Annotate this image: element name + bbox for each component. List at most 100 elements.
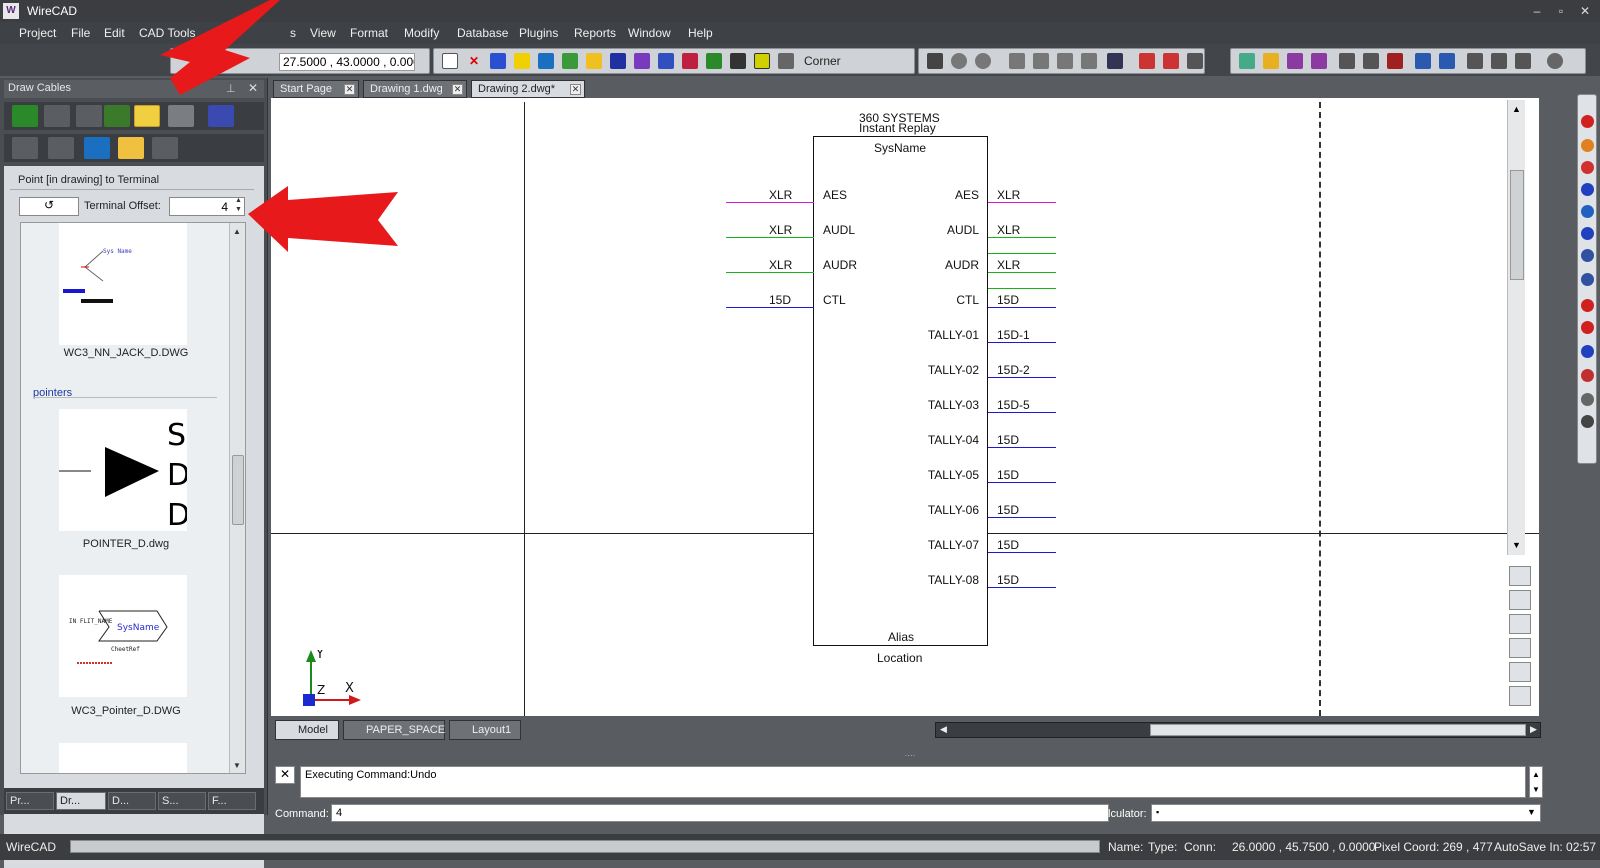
symbol-label-wc3-pointer[interactable]: WC3_Pointer_D.DWG [41,705,211,717]
strip-point-icon[interactable] [1581,299,1594,312]
menu-file[interactable]: File [71,26,90,40]
settings-gear-icon[interactable] [1547,53,1563,69]
layout-tab-paper-space[interactable]: PAPER_SPACE [343,720,445,740]
strip-cross-icon[interactable] [1581,273,1594,286]
connect-icon[interactable] [490,53,506,69]
copy-icon[interactable] [1339,53,1355,69]
strip-line2-icon[interactable] [1581,161,1594,174]
strip-line-icon[interactable] [1581,139,1594,152]
save-icon[interactable] [1287,53,1303,69]
offset-spinner-icon[interactable]: ▲ ▼ [235,196,245,214]
cable-node-icon[interactable] [104,105,130,127]
drawing-canvas[interactable]: 360 SYSTEMS Instant Replay SysName Alias… [271,98,1539,716]
delete-icon[interactable]: ✕ [466,53,482,69]
corner-icon[interactable] [778,53,794,69]
cable-fork-icon[interactable] [76,105,102,127]
menu-reports[interactable]: Reports [574,26,616,40]
tab-draw[interactable]: Dr... [56,792,106,810]
strip-delete-icon[interactable] [1581,115,1594,128]
strip-ring-icon[interactable] [1581,321,1594,334]
tab-drawing-1[interactable]: Drawing 1.dwg ✕ [363,80,467,98]
block-icon[interactable] [514,53,530,69]
redo-icon[interactable] [1439,53,1455,69]
line-icon[interactable] [634,53,650,69]
tab-symbols[interactable]: S... [158,792,206,810]
tab-data[interactable]: D... [108,792,156,810]
horizontal-scroll-thumb[interactable] [1150,724,1526,736]
new-icon[interactable] [1139,53,1155,69]
minimize-icon[interactable]: – [1530,4,1544,18]
corner-label[interactable]: Corner [804,54,841,68]
open-folder-icon[interactable] [1263,53,1279,69]
symbol-label-nn-jack[interactable]: WC3_NN_JACK_D.DWG [41,347,211,359]
paste-icon[interactable] [1467,53,1483,69]
symbol-label-pointer-d[interactable]: POINTER_D.dwg [41,538,211,550]
scroll-thumb[interactable] [232,455,244,525]
layout-tab-model[interactable]: Model [275,720,339,740]
menu-window[interactable]: Window [628,26,671,40]
calculator-dropdown-icon[interactable]: ▼ [1527,807,1536,817]
zoom-out-nav-icon[interactable] [1509,590,1531,610]
shape-icon[interactable] [586,53,602,69]
scroll-right-icon[interactable]: ▶ [1530,724,1537,735]
strip-text-icon[interactable] [1581,227,1594,240]
tab-drawing-2[interactable]: Drawing 2.dwg* ✕ [471,80,585,98]
column-icon[interactable] [48,137,74,159]
fill-icon[interactable] [682,53,698,69]
tab-project[interactable]: Pr... [6,792,54,810]
menu-help[interactable]: Help [688,26,713,40]
strip-circle-icon[interactable] [1581,183,1594,196]
menu-database[interactable]: Database [457,26,508,40]
zoom-realtime-icon[interactable] [1081,53,1097,69]
gear-small-icon[interactable] [730,53,746,69]
clipboard-icon[interactable] [1515,53,1531,69]
zoom-in-icon[interactable] [951,53,967,69]
symbol-thumbnail[interactable] [59,743,187,773]
print-icon[interactable] [1363,53,1379,69]
open-icon[interactable] [1163,53,1179,69]
tab-close-icon[interactable]: ✕ [344,84,355,95]
tab-filter[interactable]: F... [208,792,256,810]
vertical-scroll-thumb[interactable] [1510,170,1524,280]
scroll-down-icon[interactable]: ▼ [1512,540,1521,550]
strip-leader-icon[interactable] [1581,369,1594,382]
pdf-icon[interactable] [1387,53,1403,69]
strip-arc-icon[interactable] [1581,249,1594,262]
strip-curve-icon[interactable] [1581,345,1594,358]
cut-icon[interactable] [1491,53,1507,69]
pan-icon[interactable] [927,53,943,69]
menu-plugins[interactable]: Plugins [519,26,558,40]
calculator-input[interactable]: ▪ [1151,804,1541,822]
scroll-left-icon[interactable]: ◀ [940,724,947,735]
ruler-icon[interactable] [1509,662,1531,682]
library-scrollbar[interactable]: ▲ ▼ [229,223,245,773]
horizontal-scrollbar[interactable]: ◀ ▶ [935,722,1541,738]
layer-icon[interactable] [152,137,178,159]
grid-icon[interactable] [706,53,722,69]
zoom-previous-icon[interactable] [1057,53,1073,69]
undo-icon[interactable] [1415,53,1431,69]
hand-pan-icon[interactable] [1509,614,1531,634]
zoom-window-icon[interactable] [1033,53,1049,69]
command-close-icon[interactable]: ✕ [275,766,295,784]
terminal-offset-input[interactable]: 4 [169,197,245,216]
tab-close-icon[interactable]: ✕ [452,84,463,95]
cable-point-icon[interactable] [12,105,38,127]
select-arrow-icon[interactable] [442,53,458,69]
symbol-thumbnail[interactable]: IN FLIT_NAME SysName CheetRef [59,575,187,697]
splitter-handle[interactable]: ···· [271,751,1549,760]
cable-branch-icon[interactable] [44,105,70,127]
zoom-window-nav-icon[interactable] [1509,638,1531,658]
scroll-up-icon[interactable]: ▲ [233,227,241,236]
strip-check-icon[interactable] [1581,415,1594,428]
strip-power-icon[interactable] [1581,393,1594,406]
pen-icon[interactable] [1107,53,1123,69]
restore-icon[interactable]: ▫ [1554,4,1568,18]
menu-format[interactable]: Format [350,26,388,40]
color-icon[interactable] [754,53,770,69]
zoom-out-icon[interactable] [975,53,991,69]
reset-button[interactable]: ↺ [19,197,79,216]
zoom-fit-icon[interactable] [1509,686,1531,706]
menu-edit[interactable]: Edit [104,26,125,40]
node-icon[interactable] [610,53,626,69]
